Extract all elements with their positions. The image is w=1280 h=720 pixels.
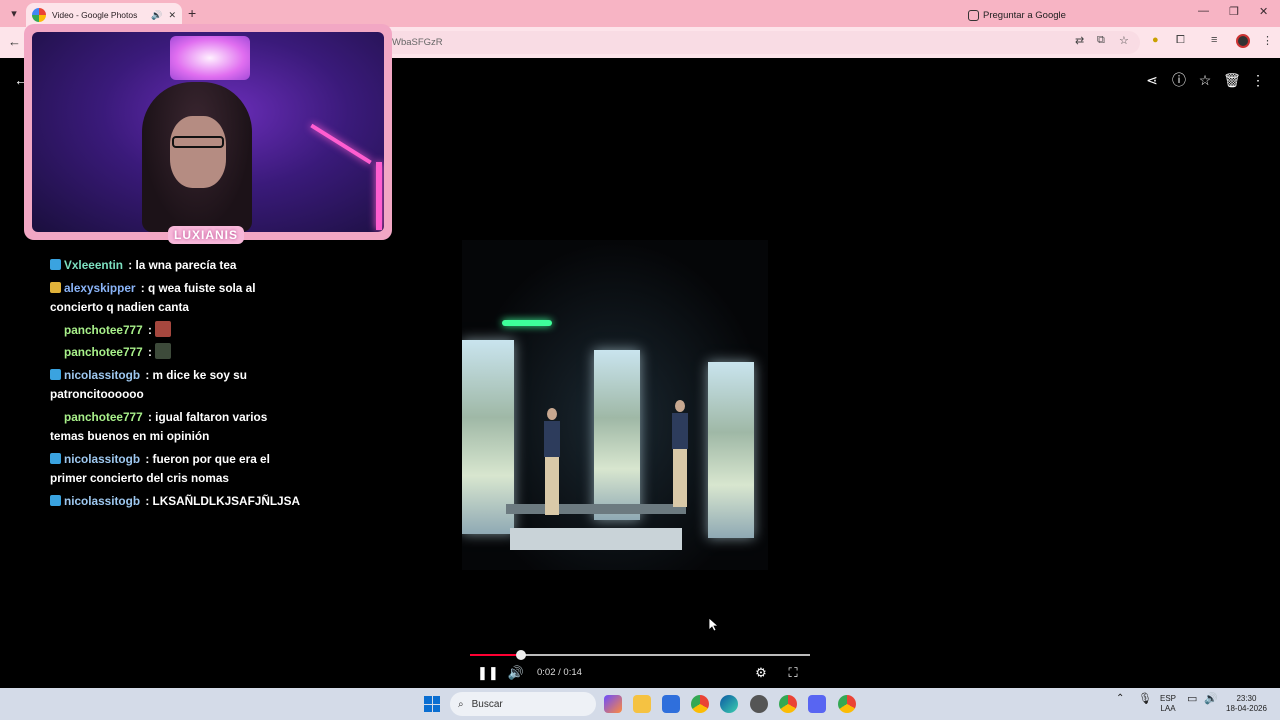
minimize-button[interactable]: — xyxy=(1198,5,1209,17)
chat-overlay: Vxleeentin : la wna parecía tea alexyskip… xyxy=(50,256,300,514)
video-controls: ❚❚ 🔊 0:02 / 0:14 ⚙ ⛶ xyxy=(470,645,810,685)
stage-lights xyxy=(502,320,552,326)
stage-base xyxy=(510,528,682,550)
share-icon[interactable]: ⋖ xyxy=(1143,71,1161,89)
puzzle-icon[interactable]: ⧠ xyxy=(1176,34,1185,47)
performer xyxy=(672,400,688,510)
browser-tab-strip: ▾ Video - Google Photos 🔊 ✕ + — ❐ ✕ xyxy=(0,0,1280,27)
taskbar-search[interactable]: ⌕ Buscar xyxy=(450,692,596,716)
chat-message: nicolassitogb : m dice ke soy su patronc… xyxy=(50,367,247,401)
network-icon[interactable]: ▭ xyxy=(1187,694,1197,705)
discord-icon[interactable] xyxy=(808,695,826,713)
url-text: WbaSFGzR xyxy=(392,37,443,48)
fullscreen-icon[interactable]: ⛶ xyxy=(784,664,802,682)
ask-google-label: Preguntar a Google xyxy=(983,9,1066,21)
trash-icon[interactable]: 🗑 xyxy=(1223,71,1241,89)
led-pillar xyxy=(594,350,640,520)
settings-gear-icon[interactable]: ⚙ xyxy=(752,664,770,682)
install-icon[interactable]: ⧉ xyxy=(1097,34,1105,47)
progress-scrubber[interactable] xyxy=(516,650,526,660)
lens-icon xyxy=(968,9,979,21)
chat-message: panchotee777 : xyxy=(50,343,300,363)
progress-fill xyxy=(470,654,521,656)
steam-icon[interactable] xyxy=(750,695,768,713)
file-explorer-icon[interactable] xyxy=(633,695,651,713)
chat-username[interactable]: panchotee777 xyxy=(64,410,143,424)
chat-message: panchotee777 : igual faltaron varios tem… xyxy=(50,409,268,444)
close-window-button[interactable]: ✕ xyxy=(1259,5,1268,18)
tab-close-icon[interactable]: ✕ xyxy=(168,10,176,21)
chat-username[interactable]: nicolassitogb xyxy=(64,452,140,466)
favorite-star-icon[interactable]: ☆ xyxy=(1196,71,1214,89)
store-icon[interactable] xyxy=(662,695,680,713)
search-icon: ⌕ xyxy=(458,698,464,710)
chat-message: panchotee777 : xyxy=(50,320,300,341)
back-arrow-icon[interactable]: ← xyxy=(8,34,21,49)
led-pillar xyxy=(708,362,754,538)
time-display: 0:02 / 0:14 xyxy=(537,667,582,678)
ask-google-button[interactable]: Preguntar a Google xyxy=(968,7,1066,23)
microphone-icon[interactable]: 🎙 xyxy=(1138,694,1152,705)
chat-username[interactable]: Vxleeentin xyxy=(64,258,123,272)
more-options-icon[interactable]: ⋮ xyxy=(1249,71,1267,89)
stage-platform xyxy=(506,504,686,514)
edge-icon[interactable] xyxy=(720,695,738,713)
restore-button[interactable]: ❐ xyxy=(1229,5,1239,18)
new-tab-button[interactable]: + xyxy=(188,5,196,21)
tab-search-icon[interactable]: ▾ xyxy=(6,6,22,22)
chrome-icon[interactable] xyxy=(691,695,709,713)
tab-audio-icon[interactable]: 🔊 xyxy=(151,10,162,21)
info-icon[interactable]: ⓘ xyxy=(1170,71,1188,89)
search-label: Buscar xyxy=(471,698,503,710)
chat-message: Vxleeentin : la wna parecía tea xyxy=(50,256,300,276)
speaker-icon[interactable]: 🔊 xyxy=(1204,694,1218,705)
tab-title: Video - Google Photos xyxy=(52,10,138,20)
clock[interactable]: 23:30 18-04-2026 xyxy=(1226,694,1267,714)
chat-text: LKSAÑLDLKJSAFJÑLJSA xyxy=(152,493,301,508)
chat-badge-icon xyxy=(50,368,61,380)
chat-text: la wna parecía tea xyxy=(135,258,237,272)
volume-icon[interactable]: 🔊 xyxy=(507,664,525,682)
media-control-icon[interactable]: ≡ xyxy=(1211,34,1217,46)
chat-message: nicolassitogb : fueron por que era el pr… xyxy=(50,451,270,485)
chat-message: nicolassitogb : LKSAÑLDLKJSAFJÑLJSA xyxy=(50,492,300,512)
webcam-overlay xyxy=(24,24,392,240)
pause-button[interactable]: ❚❚ xyxy=(477,664,499,682)
profile-avatar[interactable] xyxy=(1236,34,1250,48)
chat-message: alexyskipper : q wea fuiste sola al conc… xyxy=(50,280,256,314)
chat-username[interactable]: panchotee777 xyxy=(64,345,143,359)
chat-badge-icon xyxy=(50,346,61,357)
translate-icon[interactable]: ⇄ xyxy=(1075,34,1084,47)
copilot-app-icon[interactable] xyxy=(604,695,622,713)
chat-badge-icon xyxy=(50,452,61,464)
chat-badge-icon xyxy=(50,324,61,335)
neon-heart-sign xyxy=(170,36,250,80)
windows-taskbar: ⌕ Buscar ⌃ 🎙 ESP LAA ▭ 🔊 23:30 18-04-202… xyxy=(0,688,1280,720)
chat-username[interactable]: panchotee777 xyxy=(64,323,143,337)
browser-menu-icon[interactable]: ⋮ xyxy=(1262,34,1273,47)
streamer-logo: LUXIANIS xyxy=(168,226,245,244)
address-bar[interactable]: WbaSFGzR xyxy=(380,31,1140,54)
performer xyxy=(544,408,560,518)
chat-badge-icon xyxy=(50,411,61,422)
mouse-cursor xyxy=(709,618,719,632)
chat-emote xyxy=(155,343,172,359)
tray-chevron-icon[interactable]: ⌃ xyxy=(1116,694,1124,704)
webcam-feed xyxy=(32,32,384,232)
chat-badge-icon xyxy=(50,259,61,270)
chat-username[interactable]: nicolassitogb xyxy=(64,494,140,508)
chrome-profile-icon[interactable] xyxy=(779,695,797,713)
chat-emote xyxy=(155,320,172,337)
bookmark-star-icon[interactable]: ☆ xyxy=(1119,34,1129,47)
windows-start-icon[interactable] xyxy=(424,696,440,712)
chat-badge-icon xyxy=(50,494,61,506)
chat-username[interactable]: nicolassitogb xyxy=(64,368,140,382)
google-photos-icon xyxy=(32,8,46,22)
video-frame[interactable] xyxy=(462,240,768,570)
extension-icon[interactable]: ● xyxy=(1152,34,1159,46)
language-indicator[interactable]: ESP LAA xyxy=(1160,694,1176,714)
chrome-active-icon[interactable] xyxy=(838,695,856,713)
chat-username[interactable]: alexyskipper xyxy=(64,281,135,295)
chat-badge-icon xyxy=(50,281,61,293)
